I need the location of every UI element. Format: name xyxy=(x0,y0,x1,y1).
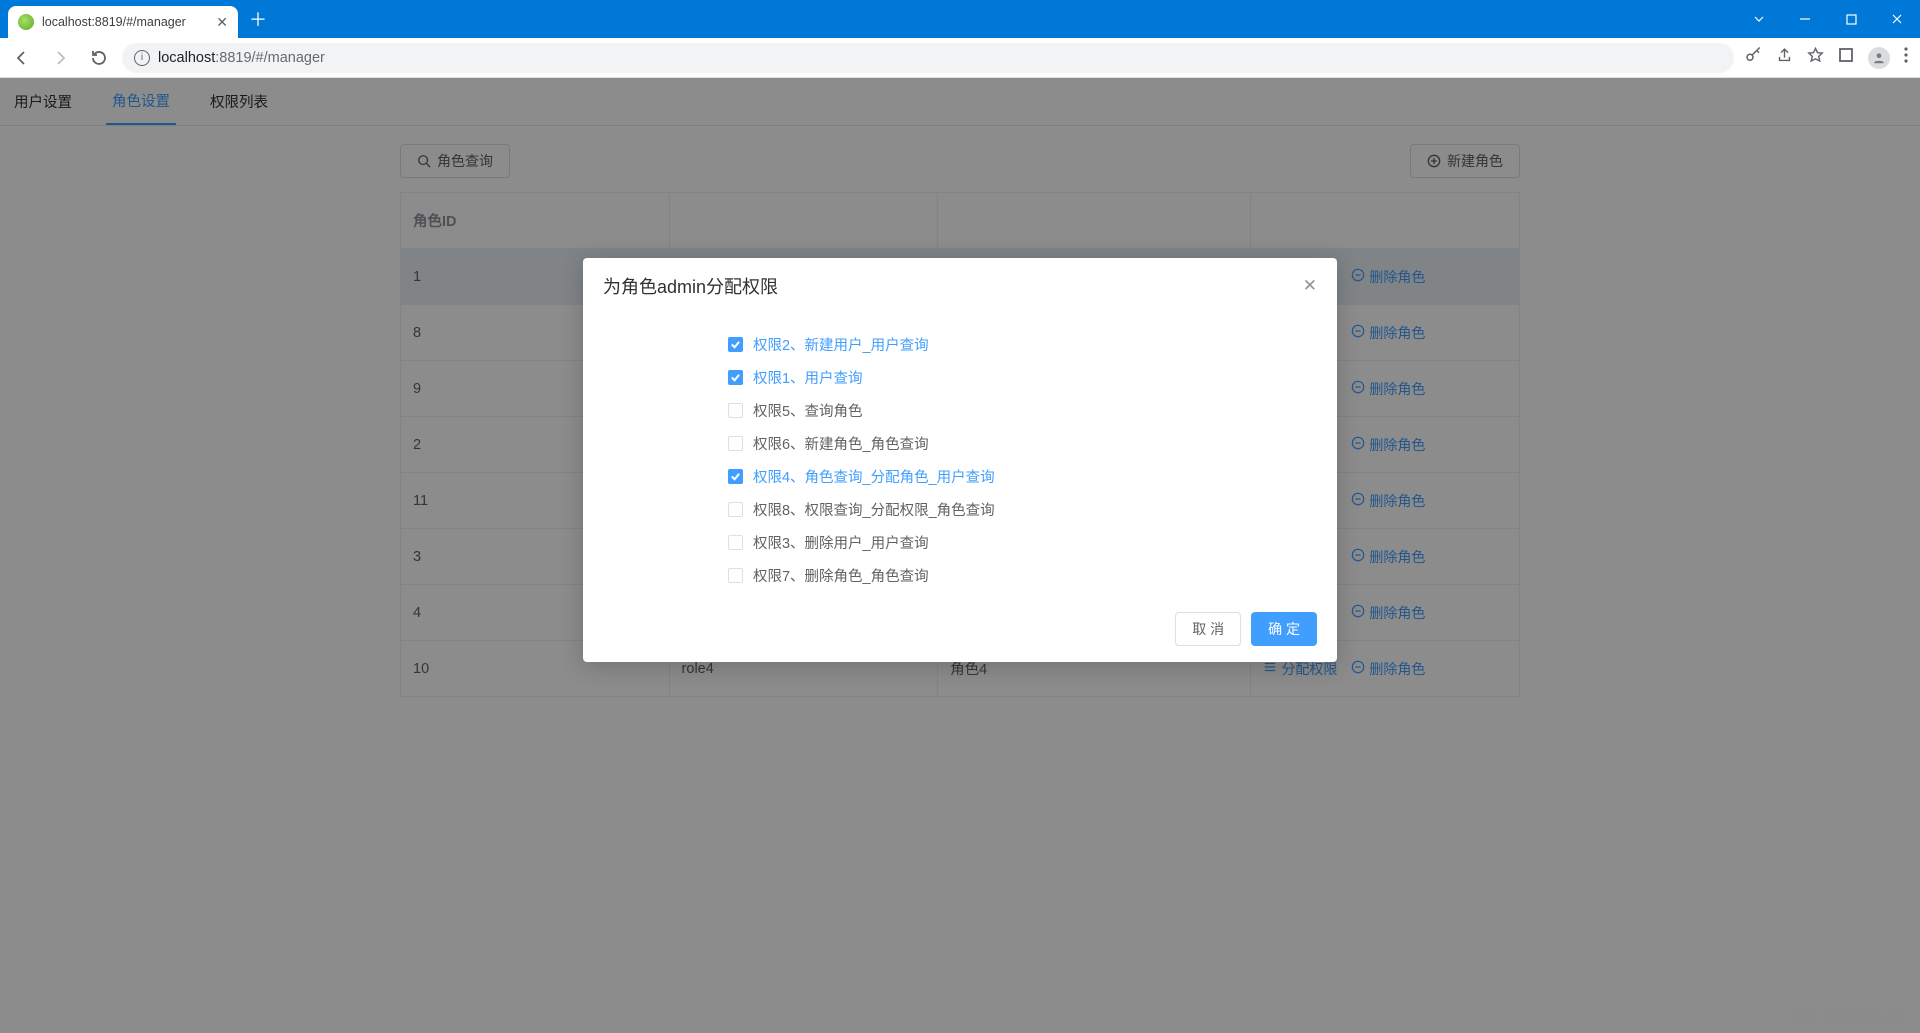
dialog-title: 为角色admin分配权限 xyxy=(603,273,778,299)
back-button[interactable] xyxy=(8,44,36,72)
window-close-icon[interactable] xyxy=(1874,0,1920,38)
dialog-header: 为角色admin分配权限 ✕ xyxy=(583,258,1337,314)
profile-avatar-icon[interactable] xyxy=(1868,47,1890,69)
permission-checkbox-row[interactable]: 权限3、删除用户_用户查询 xyxy=(728,532,1192,553)
checkbox-icon xyxy=(728,502,743,517)
window-dropdown-icon[interactable] xyxy=(1736,0,1782,38)
confirm-button[interactable]: 确 定 xyxy=(1251,612,1317,646)
permission-checkbox-row[interactable]: 权限8、权限查询_分配权限_角色查询 xyxy=(728,499,1192,520)
url-host: localhost xyxy=(158,50,215,66)
confirm-label: 确 定 xyxy=(1268,619,1300,639)
tab-title: localhost:8819/#/manager xyxy=(42,15,186,29)
url-path: :8819/#/manager xyxy=(215,50,325,66)
cancel-label: 取 消 xyxy=(1192,619,1224,639)
app-page: 用户设置角色设置权限列表 角色查询 新建角色 角色ID 1分配权限删除角色 xyxy=(0,78,1920,1033)
permission-label: 权限4、角色查询_分配角色_用户查询 xyxy=(753,466,995,487)
permission-checkbox-row[interactable]: 权限5、查询角色 xyxy=(728,400,1192,421)
forward-button[interactable] xyxy=(46,44,74,72)
checkbox-icon xyxy=(728,403,743,418)
reload-button[interactable] xyxy=(84,44,112,72)
permission-checkbox-row[interactable]: 权限6、新建角色_角色查询 xyxy=(728,433,1192,454)
dialog-footer: 取 消 确 定 xyxy=(583,596,1337,662)
permission-label: 权限7、删除角色_角色查询 xyxy=(753,565,929,586)
dialog-body: 权限2、新建用户_用户查询权限1、用户查询权限5、查询角色权限6、新建角色_角色… xyxy=(583,314,1337,596)
new-tab-button[interactable]: ＋ xyxy=(244,5,272,33)
cancel-button[interactable]: 取 消 xyxy=(1175,612,1241,646)
extensions-icon[interactable] xyxy=(1838,47,1854,68)
permission-label: 权限1、用户查询 xyxy=(753,367,863,388)
window-controls xyxy=(1736,0,1920,38)
permission-checkbox-row[interactable]: 权限2、新建用户_用户查询 xyxy=(728,334,1192,355)
address-bar[interactable]: i localhost:8819/#/manager xyxy=(122,43,1734,73)
menu-kebab-icon[interactable] xyxy=(1904,47,1908,68)
permission-checkbox-row[interactable]: 权限7、删除角色_角色查询 xyxy=(728,565,1192,586)
checkbox-icon xyxy=(728,436,743,451)
browser-toolbar: i localhost:8819/#/manager xyxy=(0,38,1920,78)
checkbox-icon xyxy=(728,568,743,583)
favicon-icon xyxy=(18,14,34,30)
window-minimize-icon[interactable] xyxy=(1782,0,1828,38)
permission-label: 权限5、查询角色 xyxy=(753,400,863,421)
permission-checkbox-row[interactable]: 权限4、角色查询_分配角色_用户查询 xyxy=(728,466,1192,487)
checkbox-icon xyxy=(728,370,743,385)
checkbox-icon xyxy=(728,469,743,484)
password-key-icon[interactable] xyxy=(1744,46,1762,69)
permissions-list: 权限2、新建用户_用户查询权限1、用户查询权限5、查询角色权限6、新建角色_角色… xyxy=(728,334,1192,586)
checkbox-icon xyxy=(728,535,743,550)
permission-checkbox-row[interactable]: 权限1、用户查询 xyxy=(728,367,1192,388)
site-info-icon[interactable]: i xyxy=(134,50,150,66)
share-icon[interactable] xyxy=(1776,47,1793,69)
toolbar-right-icons xyxy=(1744,46,1912,69)
permission-label: 权限8、权限查询_分配权限_角色查询 xyxy=(753,499,995,520)
browser-tab-strip: localhost:8819/#/manager ✕ ＋ xyxy=(0,0,272,38)
window-titlebar: localhost:8819/#/manager ✕ ＋ xyxy=(0,0,1920,38)
permission-label: 权限6、新建角色_角色查询 xyxy=(753,433,929,454)
permission-label: 权限2、新建用户_用户查询 xyxy=(753,334,929,355)
checkbox-icon xyxy=(728,337,743,352)
browser-tab[interactable]: localhost:8819/#/manager ✕ xyxy=(8,6,238,38)
permission-label: 权限3、删除用户_用户查询 xyxy=(753,532,929,553)
watermark: CSDN @年轻的心跳 xyxy=(1782,1006,1906,1025)
bookmark-star-icon[interactable] xyxy=(1807,47,1824,69)
dialog-close-icon[interactable]: ✕ xyxy=(1303,276,1317,296)
close-tab-icon[interactable]: ✕ xyxy=(216,14,228,31)
window-maximize-icon[interactable] xyxy=(1828,0,1874,38)
assign-permissions-dialog: 为角色admin分配权限 ✕ 权限2、新建用户_用户查询权限1、用户查询权限5、… xyxy=(583,258,1337,662)
